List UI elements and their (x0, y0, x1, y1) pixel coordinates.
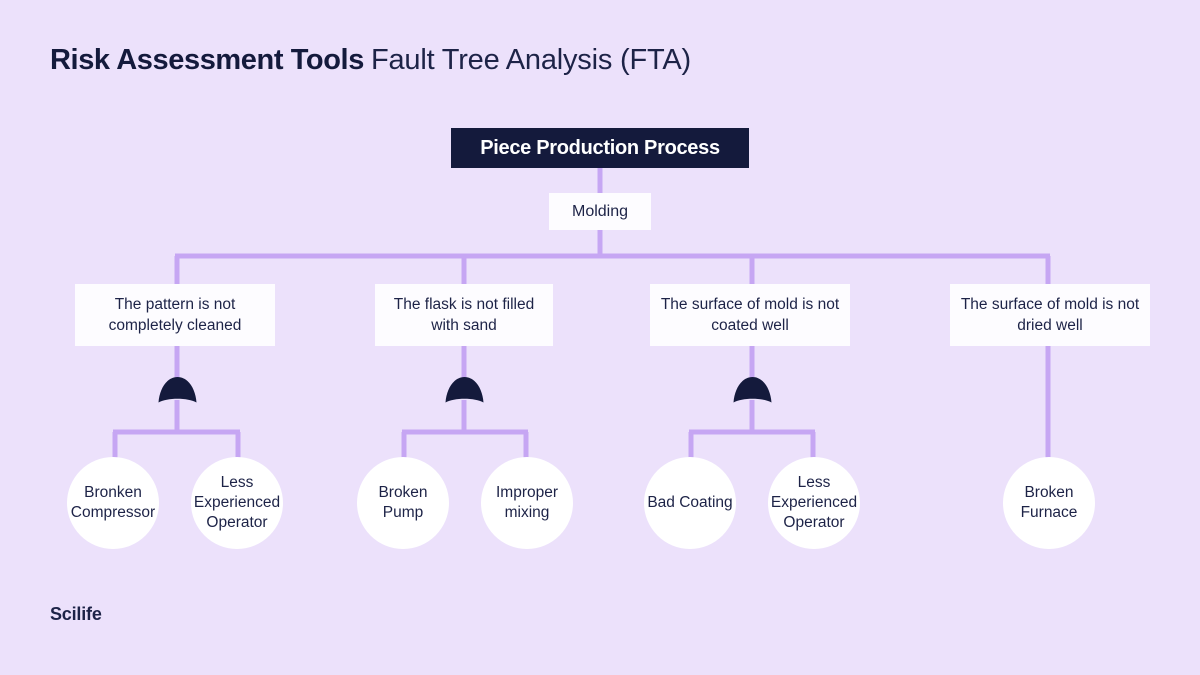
node-branch-2[interactable]: The flask is not filled with sand (375, 284, 553, 346)
node-branch-1-label: The pattern is not completely cleaned (108, 296, 242, 334)
and-gate-icon-branch-2 (445, 377, 484, 403)
node-root[interactable]: Piece Production Process (451, 128, 749, 168)
node-root-label: Piece Production Process (480, 136, 720, 159)
node-branch-4[interactable]: The surface of mold is not dried well (950, 284, 1150, 346)
node-cause-1b-label: Less Experienced Operator (193, 474, 281, 531)
node-cause-1b[interactable]: Less Experienced Operator (191, 457, 283, 549)
and-gate-icon-branch-3 (733, 377, 772, 403)
scilife-logo: Scilife (50, 604, 102, 624)
node-cause-1a-label: Bronken Compressor (70, 484, 156, 521)
node-cause-3a-label: Bad Coating (647, 494, 733, 511)
node-cause-2a-label: Broken Pump (378, 484, 428, 521)
diagram-canvas: Risk Assessment Tools Fault Tree Analysis… (0, 0, 1200, 675)
node-cause-2a[interactable]: Broken Pump (357, 457, 449, 549)
node-cause-3b-label: Less Experienced Operator (770, 474, 858, 531)
node-cause-3a[interactable]: Bad Coating (644, 457, 736, 549)
node-cause-4a-label: Broken Furnace (1020, 484, 1078, 521)
node-cause-2b-label: Improper mixing (495, 484, 559, 521)
node-molding[interactable]: Molding (549, 193, 651, 230)
node-branch-1[interactable]: The pattern is not completely cleaned (75, 284, 275, 346)
node-branch-3-label: The surface of mold is not coated well (660, 296, 840, 334)
node-branch-3[interactable]: The surface of mold is not coated well (650, 284, 850, 346)
node-cause-4a[interactable]: Broken Furnace (1003, 457, 1095, 549)
node-cause-1a[interactable]: Bronken Compressor (67, 457, 159, 549)
node-cause-2b[interactable]: Improper mixing (481, 457, 573, 549)
node-branch-2-label: The flask is not filled with sand (393, 296, 535, 334)
node-cause-3b[interactable]: Less Experienced Operator (768, 457, 860, 549)
and-gate-icon-branch-1 (158, 377, 197, 403)
node-branch-4-label: The surface of mold is not dried well (960, 296, 1140, 334)
node-molding-label: Molding (571, 202, 629, 220)
